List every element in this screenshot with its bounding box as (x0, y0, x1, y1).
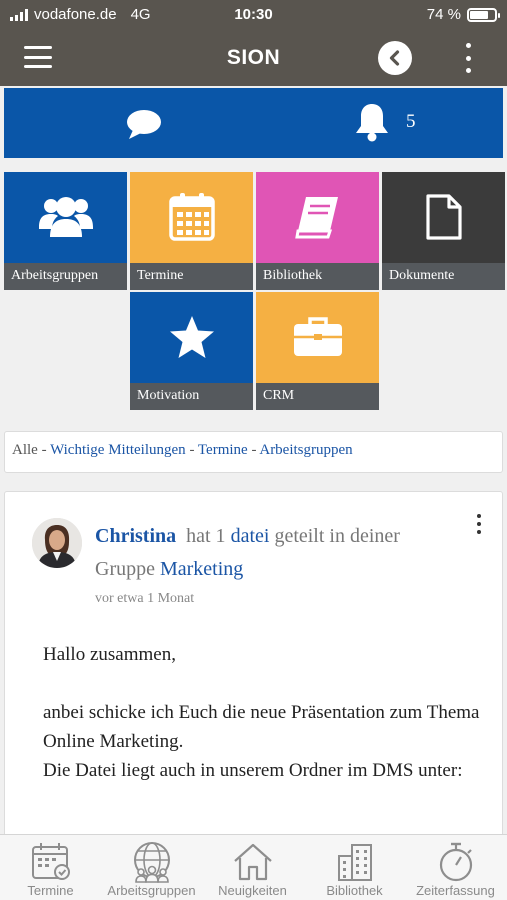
battery-icon (467, 7, 500, 22)
more-menu-icon[interactable] (462, 43, 474, 73)
tile-arbeitsgruppen[interactable]: Arbeitsgruppen (4, 172, 127, 290)
chat-button[interactable] (124, 106, 164, 142)
tile-label: CRM (256, 383, 379, 410)
post-author[interactable]: Christina (95, 525, 176, 547)
status-right: 74 % (426, 6, 500, 23)
globe-people-icon (133, 842, 170, 883)
tab-label: Arbeitsgruppen (107, 883, 196, 898)
tile-label: Motivation (130, 383, 253, 410)
post-group-link[interactable]: Marketing (160, 558, 243, 580)
tile-motivation[interactable]: Motivation (130, 292, 253, 410)
bell-icon (356, 104, 388, 142)
filter-all[interactable]: Alle (12, 442, 38, 458)
post-paragraph: Hallo zusammen, (43, 644, 176, 665)
filter-wichtige-mitteilungen[interactable]: Wichtige Mitteilungen (50, 442, 186, 458)
post-body: Hallo zusammen, anbei schicke ich Euch d… (43, 640, 483, 785)
app-header: SION (0, 30, 507, 86)
post-more-icon[interactable] (474, 514, 484, 534)
stopwatch-icon (439, 842, 472, 882)
back-button[interactable] (378, 41, 412, 75)
buildings-icon (337, 844, 372, 881)
tab-zeiterfassung[interactable]: Zeiterfassung (405, 835, 506, 900)
tile-label: Dokumente (382, 263, 505, 290)
battery-percent: 74 % (426, 6, 461, 23)
post-file-link[interactable]: datei (231, 525, 270, 547)
feed-post-card: Christina hat 1 datei geteilt in deiner … (4, 491, 503, 851)
tile-label: Arbeitsgruppen (4, 263, 127, 290)
chevron-left-icon (389, 50, 400, 66)
tile-bibliothek[interactable]: Bibliothek (256, 172, 379, 290)
users-icon (38, 197, 93, 237)
post-timestamp: vor etwa 1 Monat (95, 591, 195, 606)
post-action-text: hat 1 (186, 525, 226, 547)
post-paragraph: Die Datei liegt auch in unserem Ordner i… (43, 760, 463, 781)
tab-label: Neuigkeiten (218, 883, 287, 898)
tile-label: Termine (130, 263, 253, 290)
tab-arbeitsgruppen[interactable]: Arbeitsgruppen (101, 835, 202, 900)
notification-bar: 5 (4, 88, 503, 158)
chat-bubble-icon (127, 110, 161, 139)
filter-termine[interactable]: Termine (198, 442, 248, 458)
app-title: SION (226, 46, 281, 69)
tab-neuigkeiten[interactable]: Neuigkeiten (202, 835, 303, 900)
calendar-check-icon (31, 843, 70, 880)
post-header: Christina hat 1 datei geteilt in deiner … (95, 520, 425, 586)
tile-termine[interactable]: Termine (130, 172, 253, 290)
tile-label: Bibliothek (256, 263, 379, 290)
feed-filter-bar: Alle - Wichtige Mitteilungen - Termine -… (4, 431, 503, 473)
status-bar: vodafone.de 4G 10:30 74 % (0, 0, 507, 30)
post-paragraph: anbei schicke ich Euch die neue Präsenta… (43, 702, 480, 752)
tile-crm[interactable]: CRM (256, 292, 379, 410)
tab-label: Termine (27, 883, 74, 898)
tab-label: Zeiterfassung (416, 883, 495, 898)
book-icon (294, 197, 338, 239)
filter-arbeitsgruppen[interactable]: Arbeitsgruppen (259, 442, 352, 458)
calendar-icon (168, 193, 215, 241)
tab-bibliothek[interactable]: Bibliothek (304, 835, 405, 900)
notifications-button[interactable]: 5 (352, 100, 416, 144)
document-icon (425, 194, 462, 240)
star-icon (169, 316, 214, 358)
briefcase-icon (293, 317, 342, 356)
home-icon (233, 843, 272, 881)
avatar[interactable] (32, 518, 82, 568)
notification-count: 5 (406, 111, 416, 132)
bottom-tab-bar: Termine Arbeitsgruppen Neuigkeiten Bibli… (0, 834, 507, 900)
tab-label: Bibliothek (326, 883, 383, 898)
tab-termine[interactable]: Termine (0, 835, 101, 900)
tile-dokumente[interactable]: Dokumente (382, 172, 505, 290)
